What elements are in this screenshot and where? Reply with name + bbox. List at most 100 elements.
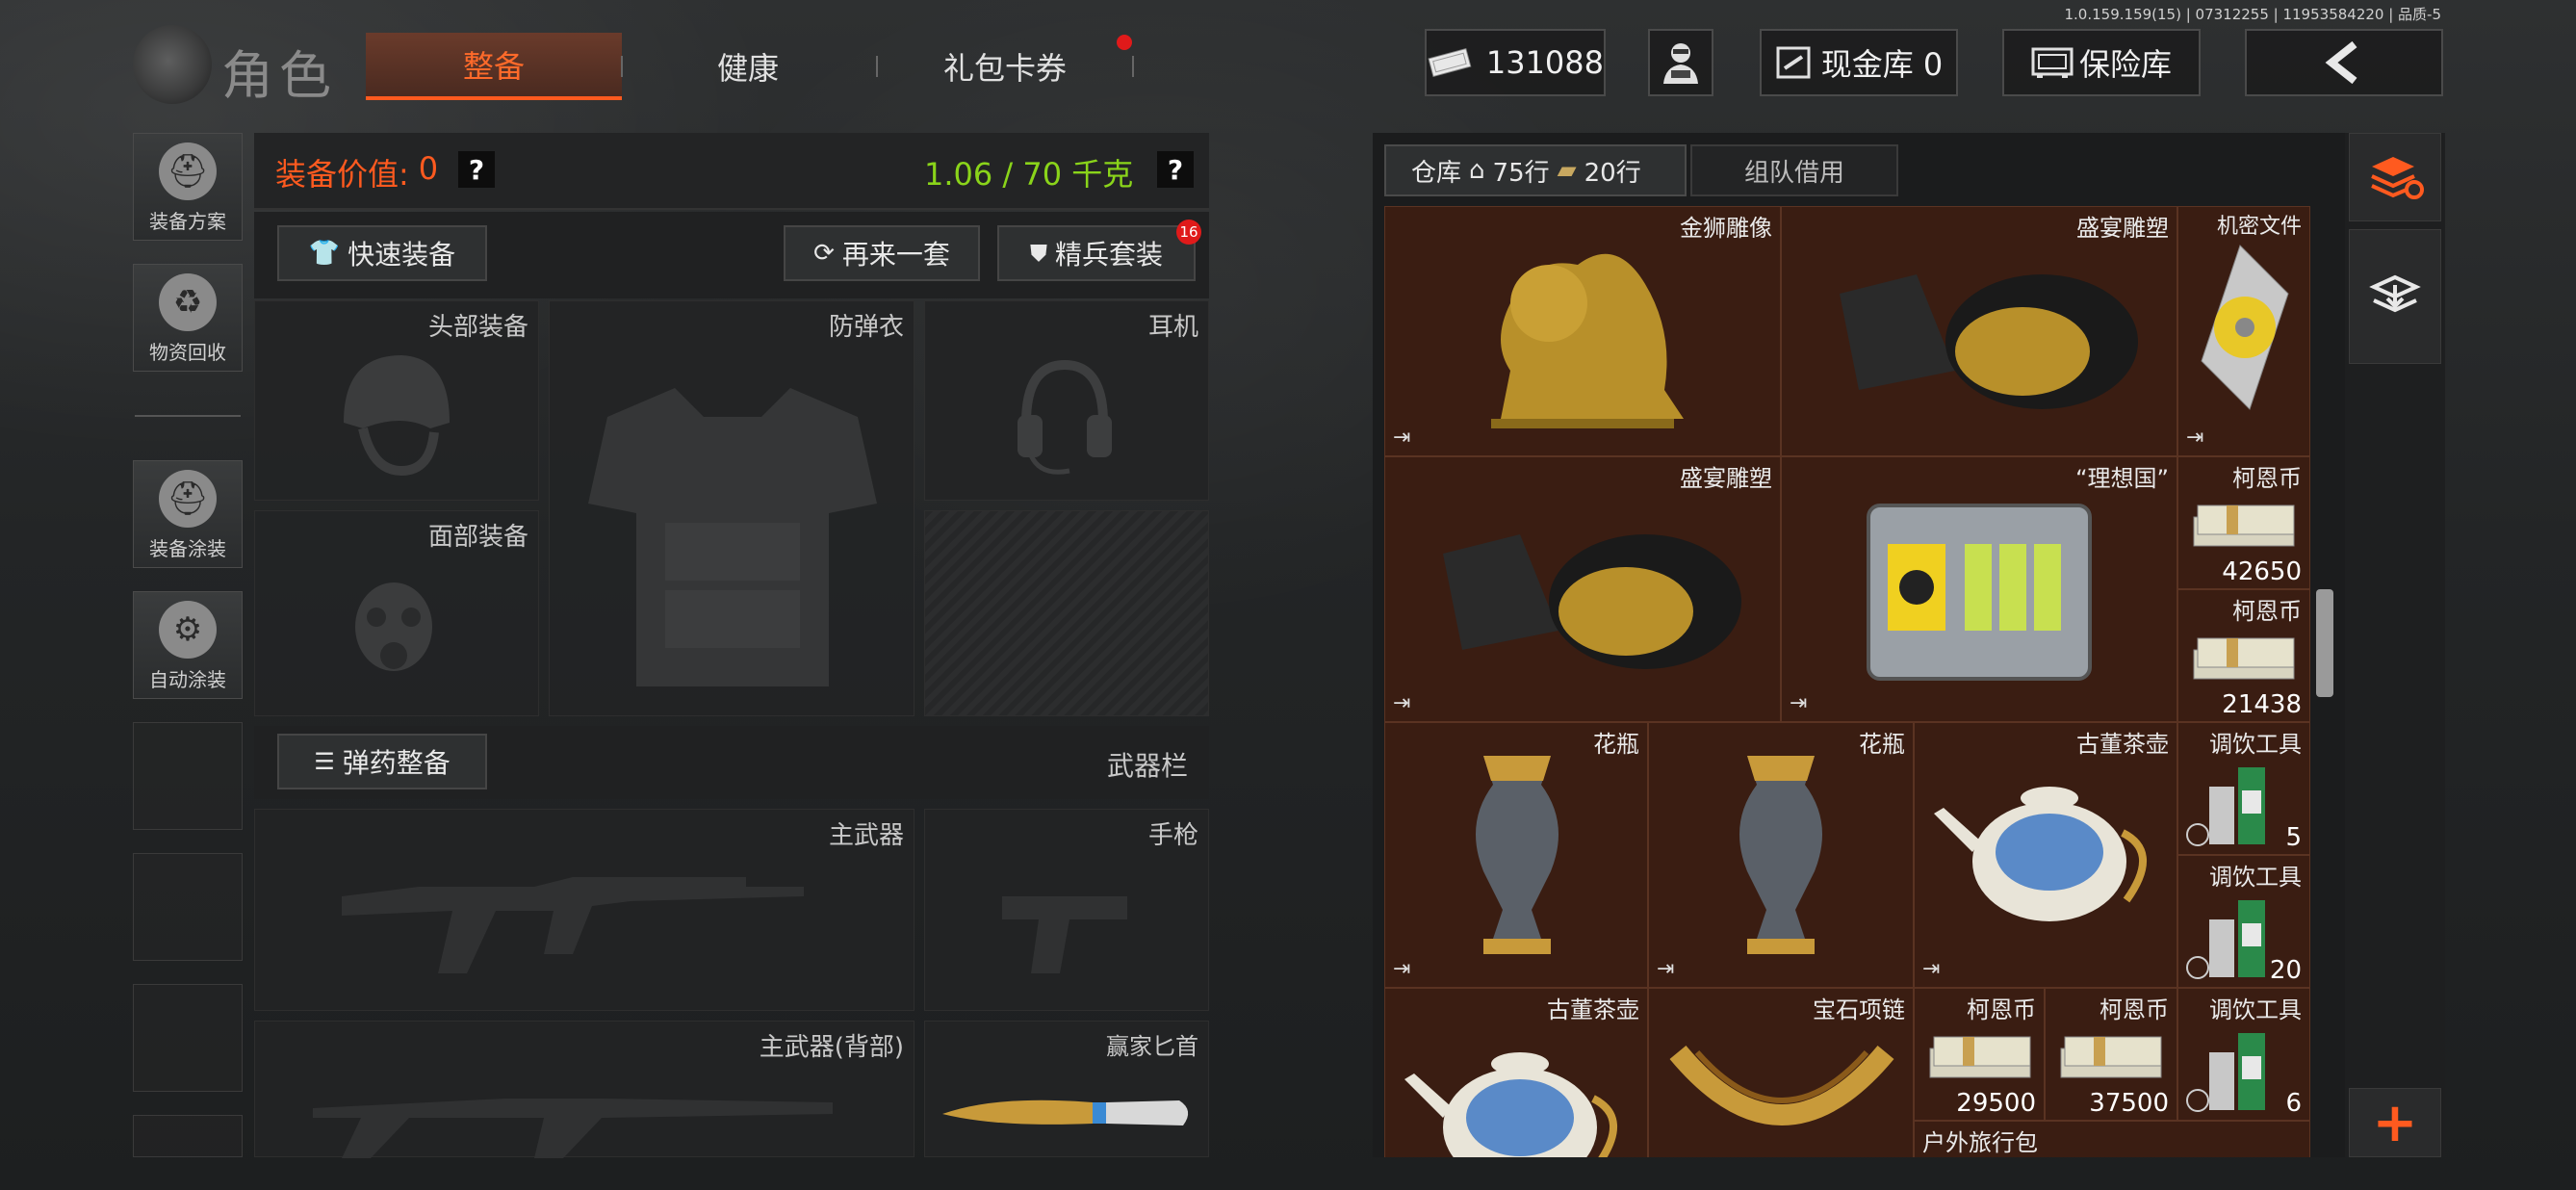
sort-button[interactable]: [2349, 133, 2441, 221]
tab-equip-label: 整备: [462, 48, 525, 85]
banknote-stack-icon: [1929, 1036, 2031, 1078]
item-ideal-state[interactable]: “理想国” ⇥: [1781, 456, 2177, 722]
elite-set-button[interactable]: ⛊ 精兵套装: [997, 225, 1196, 281]
sidebar-empty-slot: [133, 722, 243, 830]
refresh-icon: ⟳: [813, 239, 835, 268]
slot-armor[interactable]: 防弹衣: [549, 300, 914, 716]
tab-gift-cards[interactable]: 礼包卡券: [878, 33, 1132, 100]
necklace-icon: [1669, 1045, 1894, 1125]
slot-primary-back[interactable]: 主武器(背部): [254, 1021, 914, 1158]
add-button[interactable]: +: [2349, 1088, 2441, 1157]
item-cohen-coin[interactable]: 柯恩币 37500: [2045, 988, 2177, 1121]
slot-face[interactable]: 面部装备: [254, 510, 539, 716]
item-gold-lion[interactable]: 金狮雕像 ⇥: [1384, 206, 1781, 456]
item-vase[interactable]: 花瓶 ⇥: [1384, 722, 1648, 988]
slot-headset[interactable]: 耳机: [924, 300, 1209, 501]
extract-icon: ⇥: [2186, 426, 2204, 450]
quick-equip-button[interactable]: 👕 快速装备: [277, 225, 487, 281]
tab-team-borrow[interactable]: 组队借用: [1690, 144, 1898, 196]
extract-icon: ⇥: [1657, 957, 1675, 981]
slot-label: 主武器: [828, 821, 904, 850]
item-name: 户外旅行包: [1922, 1129, 2038, 1156]
item-cohen-coin[interactable]: 柯恩币 21438: [2177, 589, 2310, 722]
money-icon: [1428, 47, 1472, 78]
item-name: 花瓶: [1593, 731, 1639, 758]
item-name: 古董茶壶: [2076, 731, 2169, 758]
gas-mask-icon: [355, 582, 432, 671]
slot-knife[interactable]: 赢家匕首: [924, 1021, 1209, 1157]
cash-vault-button[interactable]: 现金库 0: [1760, 29, 1958, 96]
item-antique-teapot-2[interactable]: 古董茶壶: [1384, 988, 1648, 1157]
safe-box-button[interactable]: 保险库: [2002, 29, 2201, 96]
slot-pistol[interactable]: 手枪: [924, 809, 1209, 1011]
item-cohen-coin[interactable]: 柯恩币 42650: [2177, 456, 2310, 589]
plus-icon: +: [2372, 1091, 2418, 1154]
item-feast-sculpture-2[interactable]: 盛宴雕塑 ⇥: [1384, 456, 1781, 722]
item-name: 金狮雕像: [1680, 215, 1772, 242]
equipment-value-number: 0: [418, 150, 439, 187]
home-icon: ⌂: [1469, 156, 1485, 185]
item-name: 花瓶: [1859, 731, 1905, 758]
slot-label: 防弹衣: [828, 313, 904, 342]
currency-value: 131088: [1485, 44, 1604, 81]
item-name: 柯恩币: [2232, 598, 2302, 625]
item-feast-sculpture[interactable]: 盛宴雕塑: [1781, 206, 2177, 456]
item-count: 29500: [1956, 1089, 2036, 1118]
clock-icon: [2186, 956, 2209, 979]
item-mixing-tool[interactable]: 调饮工具 20: [2177, 855, 2310, 988]
slot-label: 主武器(背部): [759, 1033, 904, 1062]
value-help-button[interactable]: ?: [458, 151, 495, 188]
clock-icon: [2186, 1089, 2209, 1112]
sidebar-item-equip-paint[interactable]: ⛑ 装备涂装: [133, 460, 243, 568]
teapot-icon: [1934, 787, 2147, 921]
item-cohen-coin[interactable]: 柯恩币 29500: [1914, 988, 2045, 1121]
currency-display[interactable]: 131088: [1425, 29, 1606, 96]
tab-warehouse[interactable]: 仓库 ⌂ 75行 ▰ 20行: [1384, 144, 1687, 196]
helmet-icon: [344, 355, 450, 477]
cash-vault-label: 现金库 0: [1820, 46, 1944, 83]
sidebar-item-equip-plans[interactable]: ⛑ 装备方案: [133, 133, 243, 241]
ammo-button[interactable]: ☰ 弹药整备: [277, 734, 487, 789]
slot-label: 手枪: [1147, 821, 1198, 850]
warehouse-scrollbar[interactable]: [2316, 589, 2333, 697]
item-mixing-tool[interactable]: 调饮工具 6: [2177, 988, 2310, 1121]
item-outdoor-backpack[interactable]: 户外旅行包: [1914, 1121, 2310, 1157]
brush-gear-icon: ⚙: [159, 601, 217, 659]
slot-label: 头部装备: [427, 313, 528, 342]
item-vase-2[interactable]: 花瓶 ⇥: [1648, 722, 1914, 988]
help-label: ?: [468, 153, 485, 186]
again-set-button[interactable]: ⟳ 再来一套: [784, 225, 980, 281]
extract-icon: ⇥: [1393, 691, 1411, 715]
vase-icon: [1739, 756, 1822, 954]
banknote-stack-icon: [2193, 504, 2295, 547]
sidebar-item-recycle[interactable]: ♻ 物资回收: [133, 264, 243, 372]
item-gem-necklace[interactable]: 宝石项链: [1648, 988, 1914, 1157]
item-count: 42650: [2222, 557, 2302, 586]
item-name: 调饮工具: [2209, 864, 2302, 891]
sidebar-item-label: 装备方案: [149, 210, 226, 233]
layers-refresh-icon: [2371, 157, 2424, 199]
item-classified-files[interactable]: 机密文件 ⇥: [2177, 206, 2310, 456]
helmet-paint-icon: ⛑: [159, 470, 217, 528]
slot-label: 耳机: [1147, 313, 1198, 342]
item-count: 37500: [2089, 1089, 2169, 1118]
import-button[interactable]: [2349, 229, 2441, 364]
slot-primary[interactable]: 主武器: [254, 809, 914, 1011]
files-icon: [2201, 245, 2289, 410]
weight-help-button[interactable]: ?: [1157, 151, 1194, 188]
item-antique-teapot[interactable]: 古董茶壶 ⇥: [1914, 722, 2177, 988]
item-count: 21438: [2222, 690, 2302, 719]
sidebar-item-label: 装备涂装: [149, 537, 226, 560]
profile-button[interactable]: [1648, 29, 1713, 96]
slot-label: 赢家匕首: [1106, 1033, 1198, 1060]
back-button[interactable]: [2245, 29, 2443, 96]
safe-icon: [2031, 47, 2074, 78]
sidebar-item-auto-paint[interactable]: ⚙ 自动涂装: [133, 591, 243, 699]
slot-head[interactable]: 头部装备: [254, 300, 539, 501]
sidebar-item-label: 物资回收: [149, 341, 226, 364]
tab-equip[interactable]: 整备: [366, 33, 622, 100]
tab-health[interactable]: 健康: [622, 33, 874, 100]
bottles-icon: [2209, 1033, 2265, 1110]
item-mixing-tool[interactable]: 调饮工具 5: [2177, 722, 2310, 855]
helmet-grid-icon: ⛑: [159, 142, 217, 200]
